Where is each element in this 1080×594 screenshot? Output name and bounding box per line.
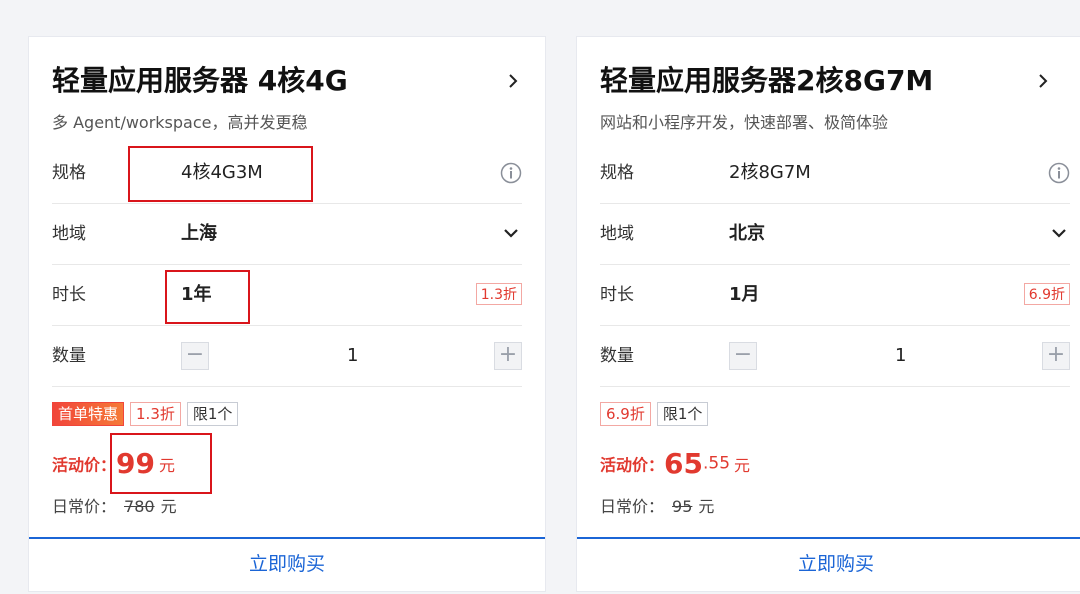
region-value[interactable]: 上海 xyxy=(181,204,217,264)
card-subtitle: 多 Agent/workspace，高并发更稳 xyxy=(52,113,308,132)
card-header[interactable]: 轻量应用服务器 4核4G xyxy=(52,63,525,103)
activity-price-integer: 99 xyxy=(116,447,155,480)
limit-badge: 限1个 xyxy=(656,402,709,426)
original-price-unit: 元 xyxy=(160,497,177,516)
card-title: 轻量应用服务器 4核4G xyxy=(52,64,348,97)
buy-now-button[interactable]: 立即购买 xyxy=(577,537,1080,591)
quantity-value[interactable]: 1 xyxy=(347,326,358,386)
product-card-2c8g: 轻量应用服务器2核8G7M 网站和小程序开发，快速部署、极简体验 规格 2核8G… xyxy=(576,36,1080,592)
region-label: 地域 xyxy=(600,224,634,244)
chevron-right-icon[interactable] xyxy=(1035,73,1051,89)
quantity-row: 数量 − 1 + xyxy=(52,326,522,387)
duration-value[interactable]: 1月 xyxy=(729,265,760,325)
spec-label: 规格 xyxy=(52,163,86,183)
chevron-down-icon[interactable] xyxy=(1050,226,1068,240)
duration-discount-badge: 6.9折 xyxy=(1023,283,1070,305)
original-price-label: 日常价： xyxy=(52,497,117,516)
quantity-label: 数量 xyxy=(52,346,86,366)
spec-value[interactable]: 4核4G3M xyxy=(181,143,263,203)
quantity-plus-button[interactable]: + xyxy=(1042,342,1070,370)
spec-row: 规格 2核8G7M xyxy=(600,143,1070,204)
original-price-unit: 元 xyxy=(698,497,715,516)
card-header[interactable]: 轻量应用服务器2核8G7M xyxy=(600,63,1075,103)
activity-price-decimal: .55 xyxy=(702,453,731,474)
discount-badge: 6.9折 xyxy=(600,402,651,426)
activity-price-integer: 65 xyxy=(664,447,703,480)
spec-value[interactable]: 2核8G7M xyxy=(729,143,811,203)
activity-price-label: 活动价： xyxy=(52,455,117,475)
original-price-value: 95 xyxy=(672,497,693,516)
duration-label: 时长 xyxy=(600,285,634,305)
promo-tags: 首单特惠 1.3折 限1个 xyxy=(52,402,239,426)
quantity-label: 数量 xyxy=(600,346,634,366)
quantity-minus-button[interactable]: − xyxy=(181,342,209,370)
duration-value[interactable]: 1年 xyxy=(181,265,212,325)
quantity-plus-button[interactable]: + xyxy=(494,342,522,370)
info-icon[interactable] xyxy=(1048,162,1070,184)
buy-now-button[interactable]: 立即购买 xyxy=(29,537,545,591)
region-label: 地域 xyxy=(52,224,86,244)
quantity-minus-button[interactable]: − xyxy=(729,342,757,370)
activity-price-label: 活动价： xyxy=(600,455,665,475)
original-price: 日常价： 780 元 xyxy=(52,493,177,517)
promo-tags: 6.9折 限1个 xyxy=(600,402,709,426)
quantity-value[interactable]: 1 xyxy=(895,326,906,386)
spec-row: 规格 4核4G3M xyxy=(52,143,522,204)
duration-row[interactable]: 时长 1年 1.3折 xyxy=(52,265,522,326)
region-value[interactable]: 北京 xyxy=(729,204,765,264)
quantity-row: 数量 − 1 + xyxy=(600,326,1070,387)
region-row[interactable]: 地域 上海 xyxy=(52,204,522,265)
duration-label: 时长 xyxy=(52,285,86,305)
region-row[interactable]: 地域 北京 xyxy=(600,204,1070,265)
activity-price-unit: 元 xyxy=(158,455,175,475)
original-price-label: 日常价： xyxy=(600,497,665,516)
product-card-4c4g: 轻量应用服务器 4核4G 多 Agent/workspace，高并发更稳 规格 … xyxy=(28,36,546,592)
activity-price: 活动价：99 元 xyxy=(52,447,175,487)
chevron-down-icon[interactable] xyxy=(502,226,520,240)
activity-price-unit: 元 xyxy=(734,455,751,475)
activity-price: 活动价：65.55 元 xyxy=(600,447,750,487)
duration-row[interactable]: 时长 1月 6.9折 xyxy=(600,265,1070,326)
limit-badge: 限1个 xyxy=(186,402,239,426)
discount-badge: 1.3折 xyxy=(130,402,181,426)
duration-discount-badge: 1.3折 xyxy=(475,283,522,305)
first-order-badge: 首单特惠 xyxy=(52,402,125,426)
card-title: 轻量应用服务器2核8G7M xyxy=(600,64,934,97)
chevron-right-icon[interactable] xyxy=(505,73,521,89)
card-subtitle: 网站和小程序开发，快速部署、极简体验 xyxy=(600,113,889,132)
spec-label: 规格 xyxy=(600,163,634,183)
info-icon[interactable] xyxy=(500,162,522,184)
original-price-value: 780 xyxy=(124,497,155,516)
original-price: 日常价： 95 元 xyxy=(600,493,714,517)
